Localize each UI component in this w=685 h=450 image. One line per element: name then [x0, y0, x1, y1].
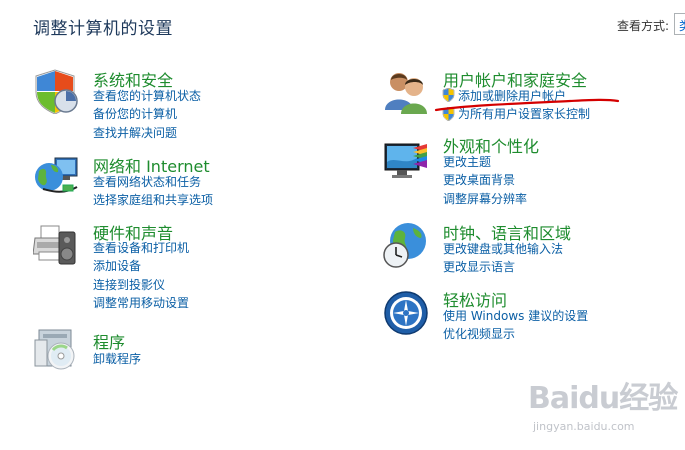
baidu-watermark: Baidu经验 jingyan.baidu.com [528, 381, 678, 434]
